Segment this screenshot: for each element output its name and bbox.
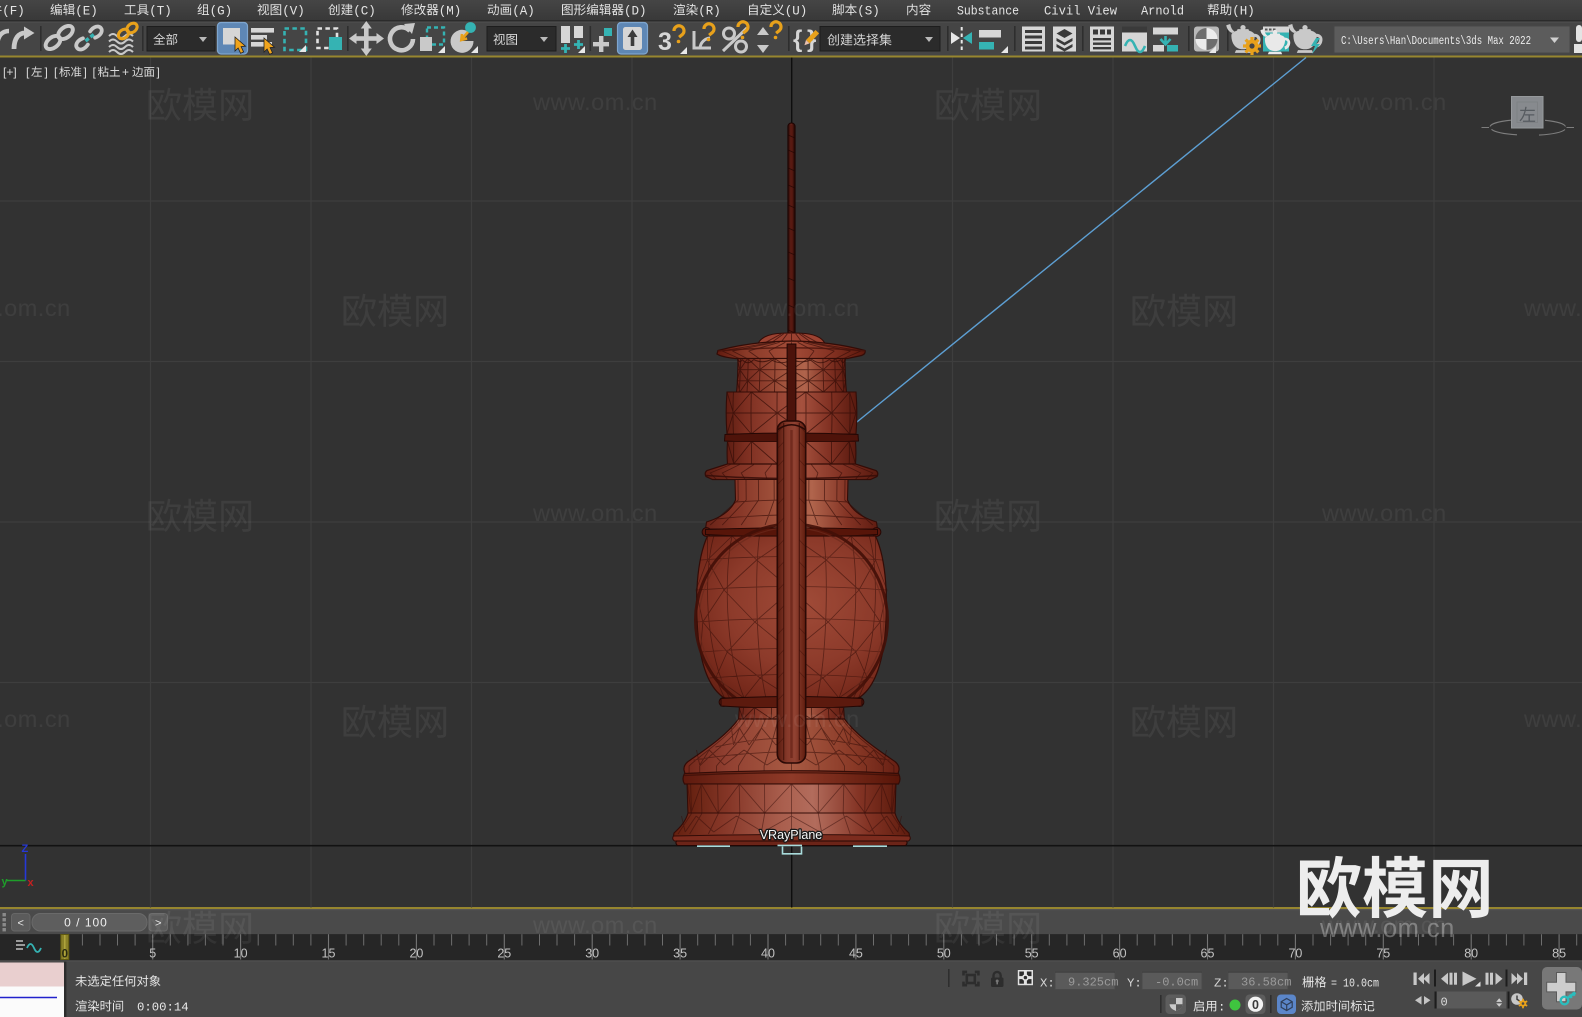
svg-text:40: 40	[761, 947, 775, 961]
svg-text:{: {	[793, 26, 802, 53]
svg-text:80: 80	[1464, 947, 1478, 961]
svg-text:70: 70	[1288, 947, 1302, 961]
svg-text::: :	[1218, 1001, 1225, 1015]
svg-text:www.om.cn: www.om.cn	[1523, 706, 1582, 732]
svg-text:C:\Users\Han\Documents\3ds Max: C:\Users\Han\Documents\3ds Max 2022	[1341, 35, 1531, 48]
svg-text:35: 35	[673, 947, 687, 961]
svg-text:Z:: Z:	[1214, 977, 1229, 991]
svg-text:www.om.cn: www.om.cn	[0, 706, 71, 732]
svg-text:<: <	[17, 918, 23, 930]
svg-text:www.om.cn: www.om.cn	[1319, 915, 1455, 943]
svg-text:= 10.0cm: = 10.0cm	[1331, 977, 1379, 991]
svg-text:10: 10	[234, 947, 248, 961]
svg-text:www.om.cn: www.om.cn	[1321, 89, 1447, 115]
svg-text:9.325cm: 9.325cm	[1068, 976, 1118, 990]
svg-text:65: 65	[1201, 947, 1215, 961]
svg-text:0: 0	[62, 949, 68, 961]
svg-text:]: ]	[45, 65, 48, 79]
svg-text:0: 0	[1441, 996, 1448, 1010]
svg-text:50: 50	[937, 947, 951, 961]
svg-text:www.om.cn: www.om.cn	[532, 500, 658, 526]
svg-text:]: ]	[157, 65, 160, 79]
svg-text:0: 0	[1252, 998, 1259, 1012]
svg-text:www.om.cn: www.om.cn	[532, 912, 658, 938]
svg-text:Y:: Y:	[1127, 977, 1142, 991]
svg-text:15: 15	[322, 947, 336, 961]
svg-text:75: 75	[1376, 947, 1390, 961]
svg-text:y: y	[2, 876, 9, 888]
svg-text:45: 45	[849, 947, 863, 961]
svg-text:(M): (M)	[439, 5, 462, 19]
svg-text:x: x	[28, 877, 35, 889]
svg-text:0 / 100: 0 / 100	[64, 916, 108, 930]
svg-text:]: ]	[84, 65, 87, 79]
svg-text:-0.0cm: -0.0cm	[1155, 976, 1198, 990]
svg-text:www.om.cn: www.om.cn	[0, 295, 71, 321]
svg-text:(S): (S)	[857, 5, 880, 19]
svg-text:55: 55	[1025, 947, 1039, 961]
svg-text:Civil View: Civil View	[1044, 5, 1117, 19]
svg-text:(H): (H)	[1232, 5, 1255, 19]
svg-text:0:00:14: 0:00:14	[137, 1001, 189, 1015]
svg-text:X:: X:	[1040, 977, 1055, 991]
svg-text:Arnold: Arnold	[1141, 5, 1184, 19]
svg-text:www.om.cn: www.om.cn	[1523, 295, 1582, 321]
svg-text:(F): (F)	[2, 5, 25, 19]
svg-text:(A): (A)	[512, 5, 535, 19]
svg-text:Substance: Substance	[957, 5, 1019, 19]
svg-text:(E): (E)	[75, 5, 98, 19]
svg-text:5: 5	[149, 947, 156, 961]
svg-text:www.om.cn: www.om.cn	[1321, 500, 1447, 526]
svg-text:(V): (V)	[282, 5, 305, 19]
svg-text:www.om.cn: www.om.cn	[734, 706, 860, 732]
svg-text:[+]: [+]	[3, 65, 17, 79]
svg-text:Z: Z	[22, 843, 29, 855]
svg-text:(G): (G)	[210, 5, 233, 19]
svg-text:36.58cm: 36.58cm	[1241, 976, 1291, 990]
svg-text:(R): (R)	[698, 5, 721, 19]
svg-text:30: 30	[585, 947, 599, 961]
svg-text:www.om.cn: www.om.cn	[532, 89, 658, 115]
svg-text:20: 20	[409, 947, 423, 961]
svg-text:3: 3	[658, 28, 672, 56]
svg-text:25: 25	[497, 947, 511, 961]
svg-text:+: +	[122, 65, 129, 79]
svg-text:(D): (D)	[624, 5, 647, 19]
svg-text:85: 85	[1552, 947, 1566, 961]
svg-text:(T): (T)	[149, 5, 172, 19]
svg-text:VRayPlane: VRayPlane	[760, 828, 823, 842]
svg-text:(C): (C)	[353, 5, 376, 19]
svg-text:(U): (U)	[785, 5, 808, 19]
svg-text:www.om.cn: www.om.cn	[734, 295, 860, 321]
svg-text:60: 60	[1113, 947, 1127, 961]
